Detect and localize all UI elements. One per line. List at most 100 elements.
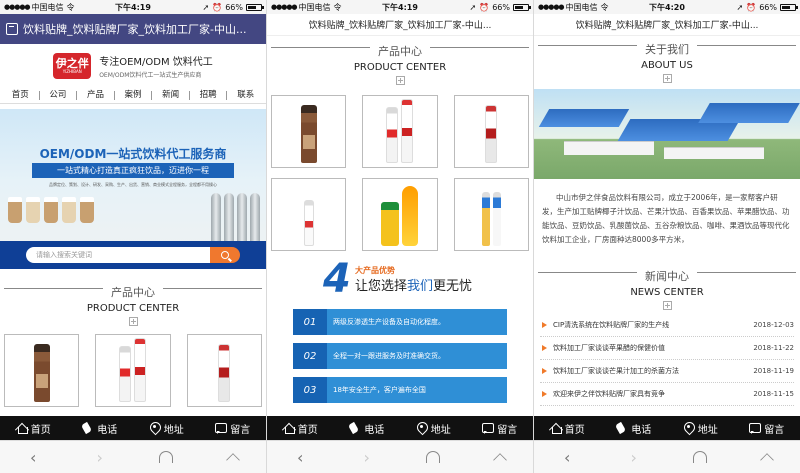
- about-heading: 关于我们 ABOUT US: [534, 38, 800, 83]
- status-bar: ●●●●● 中国电信 令 下午4:20 ➚ ⏰ 66%: [534, 0, 800, 14]
- footer-phone-button[interactable]: 电话: [334, 416, 401, 440]
- slogan-main: 专注OEM/ODM 饮料代工: [99, 57, 213, 68]
- company-logo[interactable]: 伊之伴 YIZHIBAN: [53, 53, 92, 79]
- product-card[interactable]: [362, 95, 438, 168]
- product-card[interactable]: [453, 178, 529, 251]
- nav-item-news[interactable]: 新闻: [151, 91, 189, 100]
- news-title-cn: 新闻中心: [637, 268, 697, 284]
- nav-item-company[interactable]: 公司: [38, 91, 77, 100]
- screen-home: ●●●●● 中国电信 令 下午4:19 ➚ ⏰ 66% 饮料贴牌_饮料贴牌厂家_…: [0, 0, 266, 473]
- home-outline-icon: [492, 452, 507, 467]
- browser-toolbar: ‹ ›: [267, 440, 533, 473]
- home-outline-icon: [225, 452, 240, 467]
- footer-home-button[interactable]: 首页: [534, 416, 601, 440]
- bottle-image: [303, 200, 314, 246]
- search-button[interactable]: [210, 247, 240, 263]
- product-card[interactable]: [453, 95, 529, 168]
- bookmarks-button[interactable]: [690, 448, 710, 467]
- forward-button[interactable]: ›: [90, 448, 110, 467]
- footer-phone-button[interactable]: 电话: [601, 416, 668, 440]
- footer-message-button[interactable]: 留言: [200, 416, 267, 440]
- nav-item-products[interactable]: 产品: [76, 91, 114, 100]
- location-pin-icon: [416, 422, 428, 434]
- products-title-en: PRODUCT CENTER: [353, 62, 447, 73]
- news-item[interactable]: CIP清洗系统在饮料贴牌厂家的生产线 2018-12-03: [540, 314, 794, 337]
- home-browser-button[interactable]: [223, 448, 243, 467]
- back-button[interactable]: ‹: [23, 448, 43, 467]
- banner-caption: 品牌定位、策划、设计、研发、采购、生产、出货、营销、商业模式全程服务，全程都不用…: [49, 182, 217, 187]
- more-plus-icon[interactable]: [662, 74, 672, 83]
- more-plus-icon[interactable]: [395, 76, 405, 85]
- status-bar: ●●●●● 中国电信 令 下午4:19 ➚ ⏰ 66%: [267, 0, 533, 14]
- advantage-number: 4: [323, 256, 351, 302]
- nav-item-contact[interactable]: 联系: [226, 91, 264, 100]
- bottom-toolbar: 首页 电话 地址 留言: [534, 416, 800, 440]
- page-titlebar-compact[interactable]: 饮料贴牌_饮料贴牌厂家_饮料加工厂家-中山...: [534, 14, 800, 36]
- product-card[interactable]: [4, 334, 80, 407]
- phone-icon: [82, 422, 94, 434]
- bottle-image: [402, 186, 419, 246]
- hero-banner[interactable]: OEM/ODM一站式饮料代工服务商 一站式精心打造真正疯狂饮品，迈进你一程 品牌…: [0, 109, 266, 269]
- bottle-image: [33, 344, 50, 402]
- browser-toolbar: ‹ ›: [0, 440, 266, 473]
- bottle-image: [481, 192, 490, 246]
- footer-message-button[interactable]: 留言: [467, 416, 534, 440]
- forward-button[interactable]: ›: [624, 448, 644, 467]
- news-list: CIP清洗系统在饮料贴牌厂家的生产线 2018-12-03 饮料加工厂家谈谈苹果醋…: [534, 314, 800, 406]
- location-pin-icon: [683, 422, 695, 434]
- footer-home-button[interactable]: 首页: [267, 416, 334, 440]
- news-heading: 新闻中心 NEWS CENTER: [534, 265, 800, 310]
- bookmark-icon: [159, 450, 174, 463]
- home-browser-button[interactable]: [757, 448, 777, 467]
- bookmarks-button[interactable]: [156, 448, 176, 467]
- product-card[interactable]: [271, 95, 347, 168]
- page-titlebar[interactable]: 饮料贴牌_饮料贴牌厂家_饮料加工厂家-中山...: [0, 14, 266, 44]
- footer-phone-button[interactable]: 电话: [67, 416, 134, 440]
- footer-address-button[interactable]: 地址: [133, 416, 200, 440]
- product-card[interactable]: [95, 334, 171, 407]
- header-brand: 伊之伴 YIZHIBAN 专注OEM/ODM 饮料代工 OEM/ODM饮料代工一站…: [0, 44, 266, 88]
- home-browser-button[interactable]: [490, 448, 510, 467]
- page-titlebar-compact[interactable]: 饮料贴牌_饮料贴牌厂家_饮料加工厂家-中山...: [267, 14, 533, 36]
- message-icon: [215, 422, 228, 434]
- footer-address-button[interactable]: 地址: [400, 416, 467, 440]
- footer-address-button[interactable]: 地址: [667, 416, 734, 440]
- home-icon: [16, 422, 28, 434]
- search-bar: 请输入搜索关键词: [0, 241, 266, 269]
- news-item[interactable]: 欢迎来伊之伴饮料贴牌厂家具有竞争 2018-11-15: [540, 383, 794, 406]
- forward-button[interactable]: ›: [357, 448, 377, 467]
- battery-icon: [246, 3, 264, 11]
- bottle-image: [386, 107, 399, 163]
- back-button[interactable]: ‹: [557, 448, 577, 467]
- search-input[interactable]: 请输入搜索关键词: [26, 247, 210, 263]
- more-plus-icon[interactable]: [662, 301, 672, 310]
- product-card[interactable]: [362, 178, 438, 251]
- nav-item-home[interactable]: 首页: [2, 91, 39, 100]
- arrow-icon: [542, 391, 547, 397]
- status-bar: ●●●●● 中国电信 令 下午4:19 ➚ ⏰ 66%: [0, 0, 266, 14]
- nav-item-jobs[interactable]: 招聘: [188, 91, 227, 100]
- battery-icon: [780, 3, 798, 11]
- footer-home-button[interactable]: 首页: [0, 416, 67, 440]
- factory-tanks-image: [211, 193, 260, 243]
- news-item[interactable]: 饮料加工厂家谈谈芒果汁加工的杀菌方法 2018-11-19: [540, 360, 794, 383]
- products-title-en: PRODUCT CENTER: [86, 303, 180, 314]
- more-plus-icon[interactable]: [128, 317, 138, 326]
- main-nav: 首页 公司 产品 案例 新闻 招聘 联系: [0, 88, 266, 104]
- advantage-item: 03 18年安全生产，客户遍布全国: [293, 377, 507, 403]
- bottle-image: [218, 344, 231, 402]
- nav-item-cases[interactable]: 案例: [113, 91, 152, 100]
- footer-message-button[interactable]: 留言: [734, 416, 800, 440]
- product-card[interactable]: [186, 334, 262, 407]
- products-heading: 产品中心 PRODUCT CENTER: [0, 281, 266, 326]
- products-heading: 产品中心 PRODUCT CENTER: [267, 40, 533, 85]
- about-title-en: ABOUT US: [641, 60, 693, 71]
- factory-aerial-image: [534, 89, 800, 179]
- back-button[interactable]: ‹: [290, 448, 310, 467]
- page-title: 饮料贴牌_饮料贴牌厂家_饮料加工厂家-中山...: [575, 21, 759, 31]
- news-item[interactable]: 饮料加工厂家谈谈苹果醋的保健价值 2018-11-22: [540, 337, 794, 360]
- product-grid: [267, 95, 533, 251]
- bottle-image: [119, 346, 132, 402]
- product-card[interactable]: [271, 178, 347, 251]
- bookmarks-button[interactable]: [423, 448, 443, 467]
